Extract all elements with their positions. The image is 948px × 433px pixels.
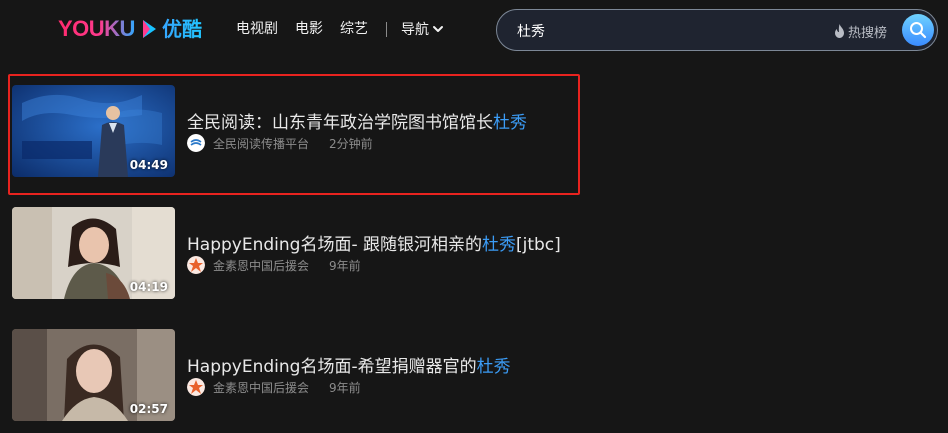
result-item: 04:19 HappyEnding名场面- 跟随银河相亲的杜秀[jtbc] 金素… <box>0 194 600 299</box>
video-title-suffix: [jtbc] <box>515 235 561 255</box>
video-meta: 全民阅读传播平台 2分钟前 <box>187 134 373 152</box>
channel-avatar[interactable] <box>187 256 205 274</box>
chevron-down-icon <box>433 26 443 32</box>
video-meta: 金素恩中国后援会 9年前 <box>187 378 361 396</box>
hot-search-label: 热搜榜 <box>848 25 888 41</box>
result-item: 02:57 HappyEnding名场面-希望捐赠器官的杜秀 金素恩中国后援会 … <box>0 316 600 421</box>
search-icon <box>910 22 927 39</box>
video-title-keyword: 杜秀 <box>476 357 511 377</box>
video-duration: 02:57 <box>129 402 168 416</box>
video-duration: 04:49 <box>129 158 168 172</box>
main-nav: 电视剧 电影 综艺 导航 <box>236 19 444 39</box>
publish-time: 2分钟前 <box>329 136 373 151</box>
video-title[interactable]: 全民阅读：山东青年政治学院图书馆馆长杜秀 <box>187 108 527 133</box>
nav-dropdown[interactable]: 导航 <box>401 19 444 39</box>
logo-chinese-name: 优酷 <box>162 14 202 44</box>
channel-logo-icon <box>187 378 205 396</box>
nav-divider <box>386 21 387 37</box>
video-title[interactable]: HappyEnding名场面- 跟随银河相亲的杜秀[jtbc] <box>187 230 561 255</box>
hot-search-link[interactable]: 热搜榜 <box>834 22 888 41</box>
video-duration: 04:19 <box>129 280 168 294</box>
nav-item-tv[interactable]: 电视剧 <box>236 19 278 39</box>
channel-logo-icon <box>187 256 205 274</box>
logo-play-icon <box>142 20 156 38</box>
publish-time: 9年前 <box>329 258 361 273</box>
channel-avatar[interactable] <box>187 134 205 152</box>
search-input[interactable] <box>517 20 817 42</box>
top-header: YOUKU 优酷 电视剧 电影 综艺 导航 热搜榜 <box>0 0 948 62</box>
video-title-text: 全民阅读：山东青年政治学院图书馆馆长 <box>187 113 493 133</box>
logo-wordmark: YOUKU <box>58 14 135 44</box>
video-title-keyword: 杜秀 <box>481 235 516 255</box>
nav-item-variety[interactable]: 综艺 <box>340 19 368 39</box>
publish-time: 9年前 <box>329 380 361 395</box>
channel-avatar[interactable] <box>187 378 205 396</box>
video-title-text: HappyEnding名场面- 跟随银河相亲的 <box>187 235 482 255</box>
youku-logo[interactable]: YOUKU 优酷 <box>58 14 202 44</box>
video-title-text: HappyEnding名场面-希望捐赠器官的 <box>187 357 477 377</box>
video-title[interactable]: HappyEnding名场面-希望捐赠器官的杜秀 <box>187 352 511 377</box>
search-bar: 热搜榜 <box>496 9 938 51</box>
video-thumbnail[interactable]: 04:19 <box>12 207 175 299</box>
channel-name[interactable]: 金素恩中国后援会 <box>213 257 309 274</box>
video-title-keyword: 杜秀 <box>493 113 527 133</box>
video-meta: 金素恩中国后援会 9年前 <box>187 256 361 274</box>
channel-name[interactable]: 全民阅读传播平台 <box>213 135 309 152</box>
channel-name[interactable]: 金素恩中国后援会 <box>213 379 309 396</box>
nav-dropdown-label: 导航 <box>401 22 429 38</box>
video-thumbnail[interactable]: 02:57 <box>12 329 175 421</box>
result-item: 04:49 全民阅读：山东青年政治学院图书馆馆长杜秀 全民阅读传播平台 2分钟前 <box>0 72 600 177</box>
nav-item-movie[interactable]: 电影 <box>295 19 323 39</box>
channel-logo-icon <box>187 134 205 152</box>
search-button[interactable] <box>902 14 934 46</box>
video-thumbnail[interactable]: 04:49 <box>12 85 175 177</box>
flame-icon <box>835 24 844 38</box>
